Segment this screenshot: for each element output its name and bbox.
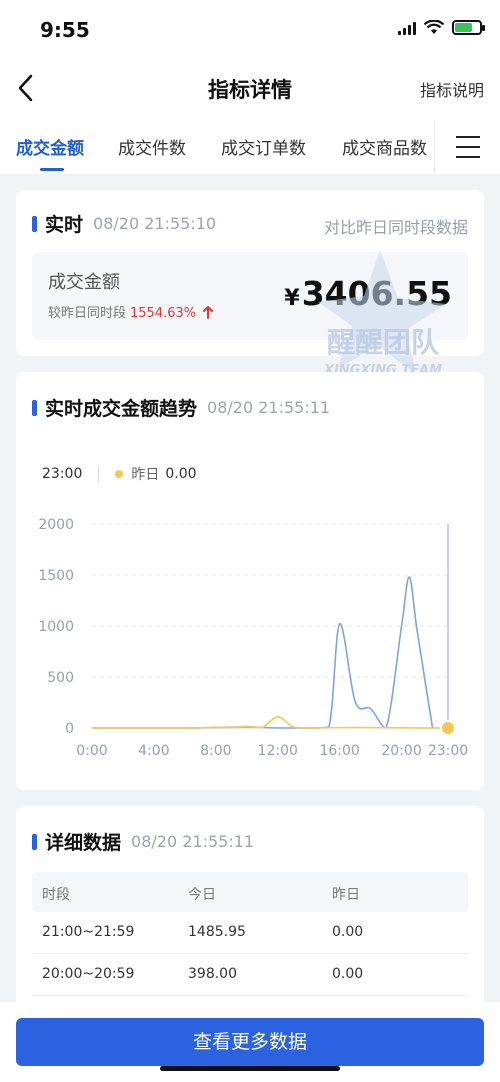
table-header: 时段 今日 昨日 [32,872,468,912]
status-bar: 9:55 [0,0,500,56]
section-marker [32,215,37,232]
metric-name: 成交金额 [48,272,120,293]
detail-title: 详细数据 08/20 21:55:11 [32,828,254,855]
tab-items[interactable]: 成交件数 [118,134,186,159]
status-time: 9:55 [40,18,90,42]
detail-card: 详细数据 08/20 21:55:11 时段 今日 昨日 21:00~21:59… [16,806,484,1002]
battery-icon [452,20,485,35]
series-line-yesterday [92,715,449,729]
detail-label: 详细数据 [45,832,122,854]
x-tick-label: 16:00 [319,743,359,759]
cell-yesterday: 0.00 [332,966,364,982]
realtime-card: 实时 08/20 21:55:10 对比昨日同时段数据 成交金额 较昨日同时段 1… [16,190,484,356]
cell-period: 21:00~21:59 [42,924,135,940]
header-yesterday: 昨日 [332,887,360,903]
x-tick-label: 23:00 [428,743,468,759]
section-marker [32,833,37,850]
metric-summary: 成交金额 较昨日同时段 1554.63% ¥3406.55 [32,252,468,340]
status-icons [398,20,485,35]
y-tick-label: 500 [47,670,74,686]
arrow-up-icon [203,306,214,319]
x-tick-label: 4:00 [138,743,169,759]
cell-today: 1485.95 [188,924,246,940]
metric-info-link[interactable]: 指标说明 [420,77,484,101]
trend-card: 实时成交金额趋势 08/20 21:55:11 23:00 昨日 0.00 05… [16,372,484,790]
realtime-label: 实时 [45,214,84,236]
metric-comparison: 较昨日同时段 1554.63% [48,302,214,321]
cursor-point [440,720,456,736]
compare-yesterday-link[interactable]: 对比昨日同时段数据 [324,214,468,238]
tab-active-indicator [40,168,64,171]
x-tick-label: 0:00 [76,743,107,759]
table-row: 20:00~20:59 398.00 0.00 [32,954,468,996]
nav-bar: 指标详情 指标说明 [0,56,500,120]
cell-period: 20:00~20:59 [42,966,135,982]
cell-today: 398.00 [188,966,237,982]
x-tick-label: 8:00 [200,743,231,759]
home-indicator [160,1066,340,1071]
table-row: 21:00~21:59 1485.95 0.00 [32,912,468,954]
y-tick-label: 1500 [38,568,74,584]
metric-tabs: 成交金额 成交件数 成交订单数 成交商品数 [0,120,500,174]
realtime-title: 实时 08/20 21:55:10 [32,210,216,237]
comparison-label: 较昨日同时段 [48,306,127,321]
detail-table: 时段 今日 昨日 21:00~21:59 1485.95 0.00 20:00~… [32,872,468,996]
cell-yesterday: 0.00 [332,924,364,940]
metric-amount: 3406.55 [301,274,452,313]
signal-icon [398,21,416,35]
currency-symbol: ¥ [284,286,300,311]
trend-chart[interactable]: 0 500 1000 1500 2000 0:00 4:00 8:00 12:00 16:00 20… [16,372,484,790]
x-tick-label: 20:00 [381,743,421,759]
tab-amount[interactable]: 成交金额 [16,134,84,159]
view-more-button[interactable]: 查看更多数据 [16,1018,484,1066]
header-period: 时段 [42,887,70,903]
tab-orders[interactable]: 成交订单数 [221,134,306,159]
header-today: 今日 [188,887,216,903]
y-tick-label: 1000 [38,619,74,635]
menu-button[interactable] [434,120,500,174]
y-tick-label: 0 [65,721,74,737]
series-line-today [92,576,434,729]
bottom-bar: 查看更多数据 [0,1002,500,1082]
wifi-icon [424,20,444,34]
y-tick-label: 2000 [38,517,74,533]
x-tick-label: 12:00 [258,743,298,759]
comparison-percent: 1554.63% [130,306,197,321]
tab-products[interactable]: 成交商品数 [342,134,427,159]
metric-value: ¥3406.55 [284,274,452,313]
realtime-timestamp: 08/20 21:55:10 [93,214,217,233]
detail-timestamp: 08/20 21:55:11 [131,832,255,851]
